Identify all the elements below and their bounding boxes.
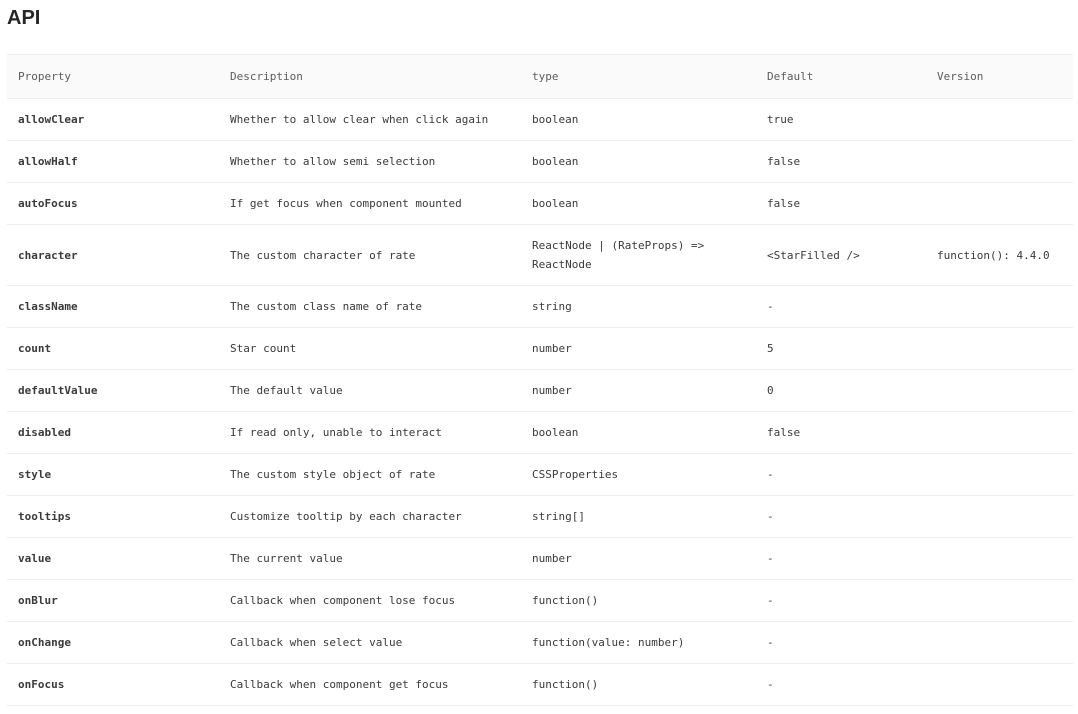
cell-type: number <box>521 537 756 580</box>
cell-property: className <box>7 285 219 328</box>
cell-version <box>926 453 1073 496</box>
cell-description: If read only, unable to interact <box>219 411 521 454</box>
cell-default: false <box>756 140 926 183</box>
cell-version <box>926 495 1073 538</box>
table-row: disabled If read only, unable to interac… <box>7 411 1073 454</box>
cell-description: If get focus when component mounted <box>219 182 521 225</box>
cell-type: CSSProperties <box>521 453 756 496</box>
cell-default: - <box>756 621 926 664</box>
cell-version <box>926 182 1073 225</box>
cell-description: The current value <box>219 537 521 580</box>
cell-default: <StarFilled /> <box>756 224 926 286</box>
table-row: className The custom class name of rate … <box>7 285 1073 328</box>
table-row: onBlur Callback when component lose focu… <box>7 579 1073 622</box>
cell-property: value <box>7 537 219 580</box>
column-header-version: Version <box>926 54 1073 99</box>
cell-version <box>926 663 1073 706</box>
cell-property: onBlur <box>7 579 219 622</box>
cell-default: 0 <box>756 369 926 412</box>
cell-default: false <box>756 411 926 454</box>
cell-property: style <box>7 453 219 496</box>
table-row: character The custom character of rate R… <box>7 224 1073 286</box>
cell-type: function() <box>521 663 756 706</box>
cell-property: tooltips <box>7 495 219 538</box>
cell-version <box>926 411 1073 454</box>
cell-property: disabled <box>7 411 219 454</box>
cell-description: Whether to allow semi selection <box>219 140 521 183</box>
column-header-description: Description <box>219 54 521 99</box>
cell-type: boolean <box>521 140 756 183</box>
column-header-property: Property <box>7 54 219 99</box>
cell-description: Callback when select value <box>219 621 521 664</box>
cell-property: character <box>7 224 219 286</box>
cell-version <box>926 621 1073 664</box>
cell-type: function() <box>521 579 756 622</box>
cell-version <box>926 537 1073 580</box>
cell-default: - <box>756 537 926 580</box>
column-header-default: Default <box>756 54 926 99</box>
page-title: API <box>7 7 41 29</box>
cell-description: The custom style object of rate <box>219 453 521 496</box>
cell-default: - <box>756 579 926 622</box>
table-row: allowHalf Whether to allow semi selectio… <box>7 140 1073 183</box>
table-row: value The current value number - <box>7 537 1073 580</box>
cell-default: - <box>756 495 926 538</box>
table-row: count Star count number 5 <box>7 327 1073 370</box>
cell-description: The custom character of rate <box>219 224 521 286</box>
cell-property: autoFocus <box>7 182 219 225</box>
column-header-type: type <box>521 54 756 99</box>
table-row: autoFocus If get focus when component mo… <box>7 182 1073 225</box>
cell-default: true <box>756 98 926 141</box>
cell-property: count <box>7 327 219 370</box>
cell-version <box>926 579 1073 622</box>
cell-version <box>926 327 1073 370</box>
cell-description: The default value <box>219 369 521 412</box>
cell-type: boolean <box>521 411 756 454</box>
cell-version <box>926 285 1073 328</box>
cell-description: Callback when component lose focus <box>219 579 521 622</box>
cell-property: allowHalf <box>7 140 219 183</box>
cell-version: function(): 4.4.0 <box>926 224 1073 286</box>
cell-type: number <box>521 327 756 370</box>
cell-type: ReactNode | (RateProps) => ReactNode <box>521 224 756 286</box>
cell-type: number <box>521 369 756 412</box>
table-row: allowClear Whether to allow clear when c… <box>7 98 1073 141</box>
cell-description: Whether to allow clear when click again <box>219 98 521 141</box>
cell-default: - <box>756 285 926 328</box>
cell-version <box>926 369 1073 412</box>
cell-description: Customize tooltip by each character <box>219 495 521 538</box>
api-table: Property Description type Default Versio… <box>7 54 1073 706</box>
table-header-row: Property Description type Default Versio… <box>7 54 1073 99</box>
cell-version <box>926 98 1073 141</box>
cell-property: defaultValue <box>7 369 219 412</box>
cell-type: string[] <box>521 495 756 538</box>
cell-property: onFocus <box>7 663 219 706</box>
cell-property: allowClear <box>7 98 219 141</box>
cell-property: onChange <box>7 621 219 664</box>
table-row: style The custom style object of rate CS… <box>7 453 1073 496</box>
table-row: onFocus Callback when component get focu… <box>7 663 1073 706</box>
cell-version <box>926 140 1073 183</box>
cell-type: string <box>521 285 756 328</box>
cell-type: function(value: number) <box>521 621 756 664</box>
cell-type: boolean <box>521 98 756 141</box>
cell-default: false <box>756 182 926 225</box>
table-row: tooltips Customize tooltip by each chara… <box>7 495 1073 538</box>
table-row: onChange Callback when select value func… <box>7 621 1073 664</box>
cell-type: boolean <box>521 182 756 225</box>
cell-description: The custom class name of rate <box>219 285 521 328</box>
cell-default: - <box>756 663 926 706</box>
cell-default: - <box>756 453 926 496</box>
cell-description: Callback when component get focus <box>219 663 521 706</box>
cell-default: 5 <box>756 327 926 370</box>
cell-description: Star count <box>219 327 521 370</box>
table-row: defaultValue The default value number 0 <box>7 369 1073 412</box>
